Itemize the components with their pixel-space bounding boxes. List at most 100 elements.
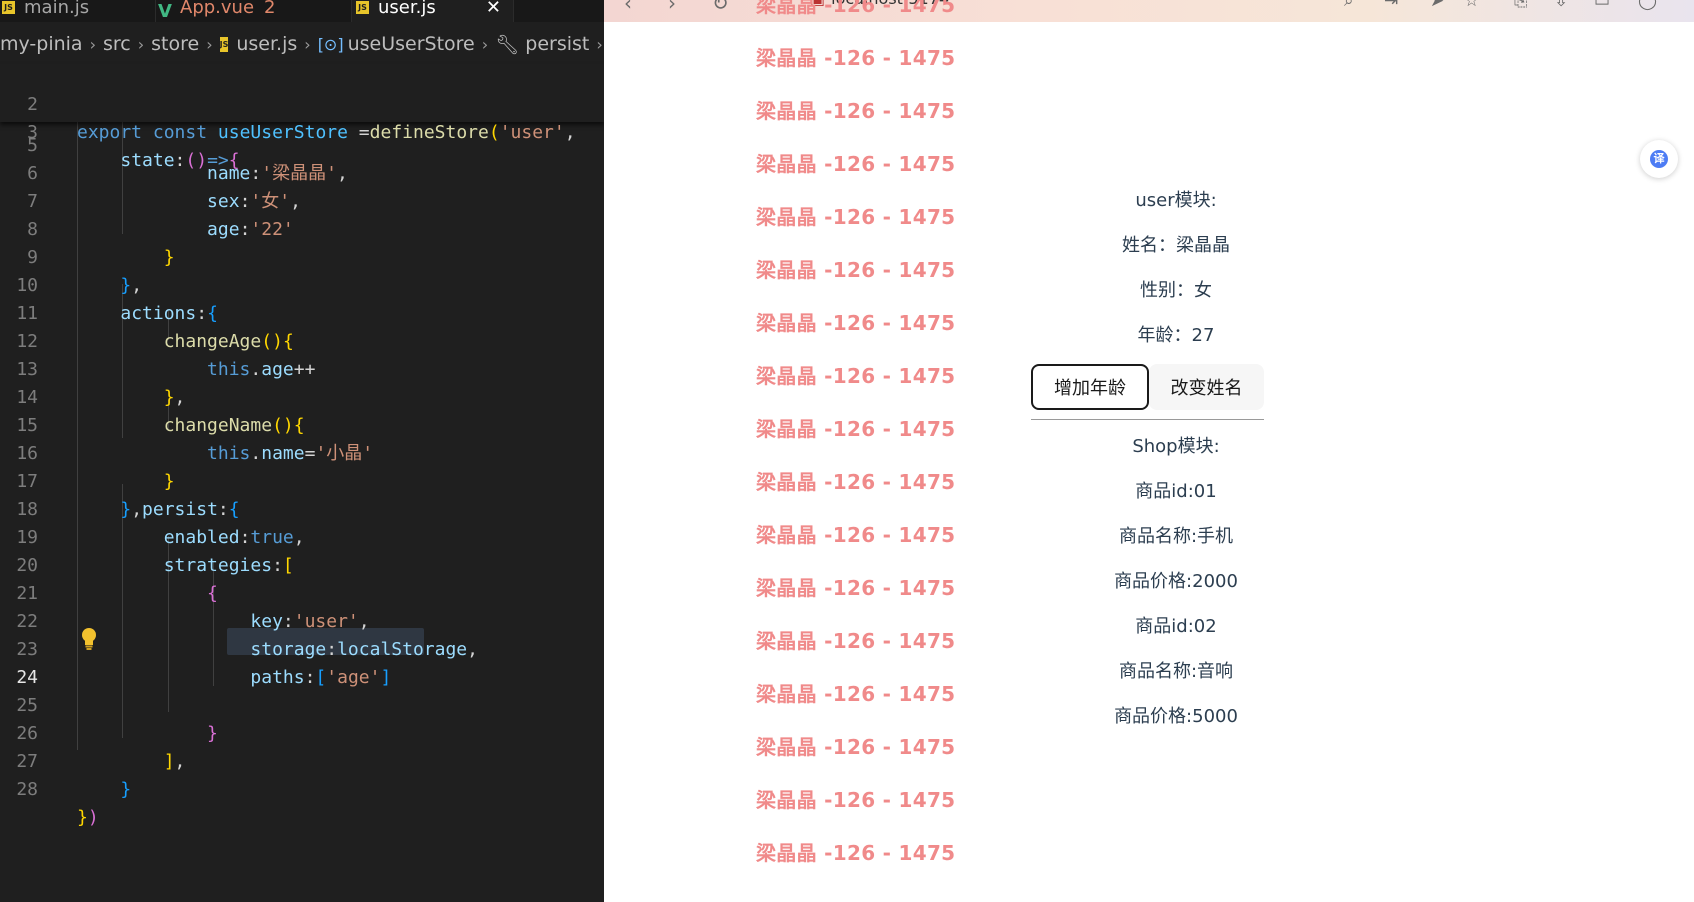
user-sex: 性别：女 [1140, 280, 1212, 301]
code-token: } [77, 807, 88, 828]
code-editor: JS main.js V App.vue 2 JS user.js ✕ my-p… [0, 0, 604, 902]
code-line: 25 } [0, 664, 604, 744]
code-token: : [174, 150, 186, 171]
goods-name: 商品名称:音响 [1118, 661, 1234, 682]
chevron-right-icon: › [596, 34, 603, 54]
close-icon[interactable]: ✕ [486, 0, 501, 18]
goods-name: 商品名称:手机 [1118, 526, 1234, 547]
code-line: 22 storage:localStorage, [0, 580, 604, 660]
forward-icon[interactable]: › [668, 0, 676, 15]
tab-user-js[interactable]: JS user.js ✕ [352, 0, 514, 22]
code-line: 23 paths:['age'] [0, 608, 604, 688]
window-icon[interactable]: ▭ [1594, 0, 1610, 11]
code-token: state [120, 150, 175, 171]
chevron-right-icon: › [206, 34, 213, 54]
wrench-icon: 🔧︎ [495, 33, 520, 56]
code-line: 27 } [0, 720, 604, 800]
tab-label: App.vue [180, 0, 255, 18]
watermark-text: 梁晶晶 -126 - 1475 [756, 99, 956, 123]
watermark-text: 梁晶晶 -126 - 1475 [756, 258, 956, 282]
watermark-text: 梁晶晶 -126 - 1475 [756, 417, 956, 441]
js-file-icon: JS [2, 0, 15, 14]
code-token: const [152, 122, 208, 143]
code-line: 12 this.age++ [0, 300, 604, 380]
goods-id: 商品id:01 [1135, 481, 1217, 502]
back-icon[interactable]: ‹ [624, 0, 632, 15]
code-line: 3 state:()=>{ [0, 91, 604, 171]
code-token: { [228, 150, 240, 171]
breadcrumb-item[interactable]: persist [525, 33, 589, 55]
line-number: 3 [27, 122, 38, 143]
user-age: 年龄：27 [1137, 325, 1215, 346]
shop-module-title: Shop模块: [1132, 436, 1220, 457]
code-line: 24 [0, 636, 604, 688]
tab-label: main.js [24, 0, 90, 18]
variable-symbol-icon: [⊙] [317, 34, 344, 54]
code-line: 10 actions:{ [0, 244, 604, 324]
watermark-text: 梁晶晶 -126 - 1475 [756, 311, 956, 335]
code-line: 26 ], [0, 692, 604, 772]
translate-icon: 译 [1650, 150, 1668, 168]
code-token: , [564, 122, 576, 143]
breadcrumb-item[interactable]: useUserStore [348, 33, 475, 55]
code-token: 'user' [499, 122, 565, 143]
goods-id: 商品id:02 [1135, 616, 1217, 637]
problems-count-badge: 2 [264, 0, 276, 18]
increase-age-button[interactable]: 增加年龄 [1031, 364, 1149, 410]
breadcrumb: my-pinia › src › store › JS user.js › [⊙… [0, 32, 604, 56]
watermark-text: 梁晶晶 -126 - 1475 [756, 0, 956, 17]
code-line: 2 export const useUserStore =defineStore… [0, 63, 604, 143]
vue-file-icon: V [158, 0, 172, 22]
watermark-text: 梁晶晶 -126 - 1475 [756, 523, 956, 547]
extension-icon[interactable]: ⇥ [1384, 0, 1398, 11]
js-file-icon: JS [356, 0, 369, 14]
download-icon[interactable]: ⇩ [1554, 0, 1568, 11]
breadcrumb-item[interactable]: my-pinia [0, 33, 83, 55]
watermark-text: 梁晶晶 -126 - 1475 [756, 46, 956, 70]
watermark-text: 梁晶晶 -126 - 1475 [756, 682, 956, 706]
divider [1031, 419, 1264, 420]
tab-main-js[interactable]: JS main.js [0, 0, 156, 22]
browser-window: ‹ › ↻ ▣localhost:5174 ⌕ ⇥ ➤ ☆ ⎘ ⇩ ▭ ◯ 梁晶… [604, 0, 1694, 902]
chevron-right-icon: › [137, 34, 145, 54]
code-line: 9 }, [0, 216, 604, 296]
chevron-right-icon: › [89, 34, 96, 54]
share-icon[interactable]: ⎘ [1514, 0, 1528, 11]
code-line: 8 } [0, 188, 604, 268]
code-line: 14 changeName(){ [0, 356, 604, 436]
breadcrumb-item[interactable]: src [103, 33, 131, 55]
goods-price: 商品价格:2000 [1114, 571, 1238, 592]
code-line: 21 key:'user', [0, 552, 604, 632]
search-icon[interactable]: ⌕ [1344, 0, 1354, 11]
editor-tab-bar: JS main.js V App.vue 2 JS user.js ✕ [0, 0, 604, 22]
watermark-text: 梁晶晶 -126 - 1475 [756, 364, 956, 388]
code-token: ( [488, 122, 500, 143]
code-token: ) [87, 807, 99, 828]
code-token: defineStore [369, 122, 489, 143]
code-line: 16 } [0, 412, 604, 492]
cursor-icon[interactable]: ➤ [1430, 0, 1444, 11]
user-name: 姓名：梁晶晶 [1122, 235, 1230, 256]
watermark-text: 梁晶晶 -126 - 1475 [756, 152, 956, 176]
tab-app-vue[interactable]: V App.vue 2 [156, 0, 352, 22]
line-number: 28 [16, 779, 38, 800]
watermark-text: 梁晶晶 -126 - 1475 [756, 841, 956, 865]
reload-icon[interactable]: ↻ [712, 0, 729, 15]
code-line: 20 { [0, 524, 604, 604]
code-line: 11 changeAge(){ [0, 272, 604, 352]
code-line: 18 enabled:true, [0, 468, 604, 548]
code-token: = [347, 122, 370, 143]
watermark-text: 梁晶晶 -126 - 1475 [756, 576, 956, 600]
change-name-button[interactable]: 改变姓名 [1149, 364, 1264, 410]
user-module-title: user模块: [1135, 190, 1217, 211]
code-line: 28 }) [0, 748, 604, 828]
breadcrumb-item[interactable]: store [151, 33, 199, 55]
profile-icon[interactable]: ◯ [1638, 0, 1657, 11]
code-token: } [120, 779, 132, 800]
code-token: () [185, 150, 208, 171]
breadcrumb-item[interactable]: user.js [236, 33, 297, 55]
watermark-text: 梁晶晶 -126 - 1475 [756, 470, 956, 494]
translate-button[interactable]: 译 [1640, 140, 1678, 178]
goods-price: 商品价格:5000 [1114, 706, 1238, 727]
star-icon[interactable]: ☆ [1464, 0, 1479, 11]
